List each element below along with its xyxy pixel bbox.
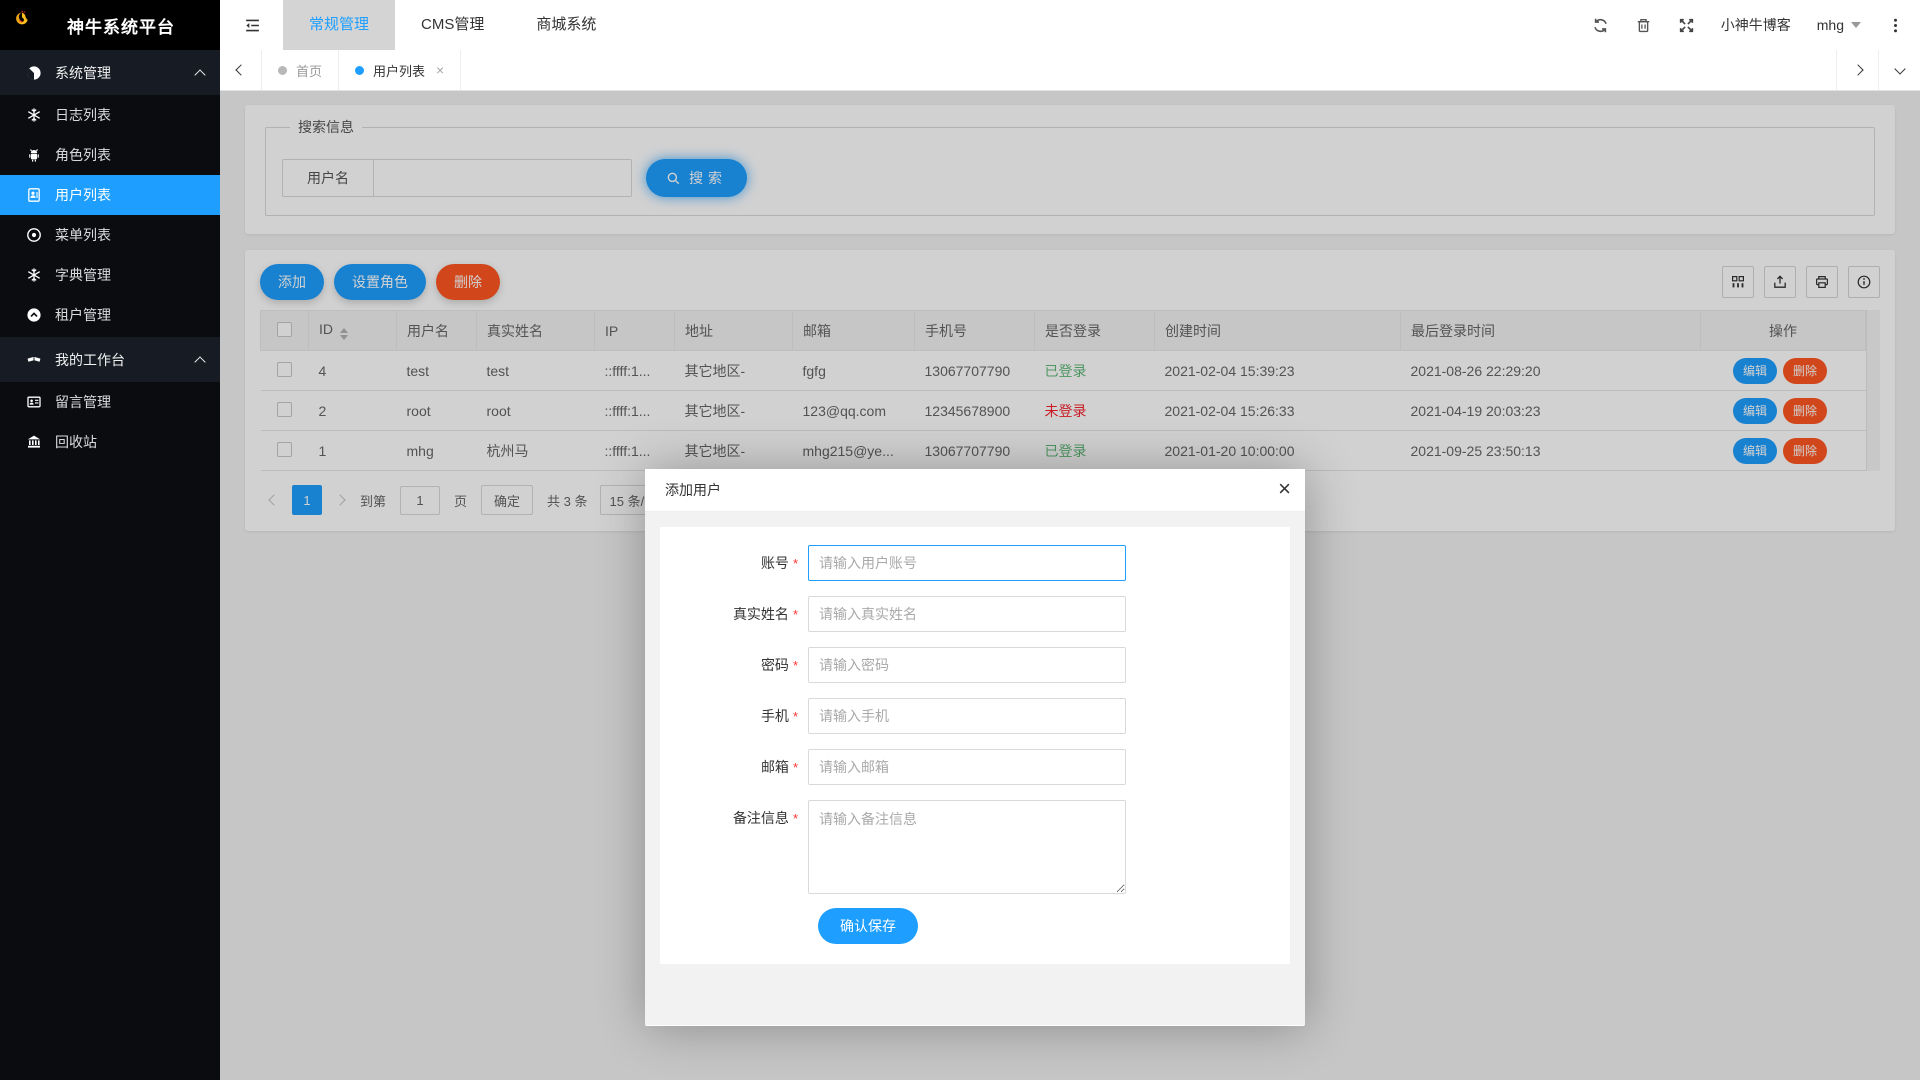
glasses-icon (26, 352, 42, 368)
page-tab-home[interactable]: 首页 (262, 50, 339, 90)
modal-header: 添加用户 × (645, 469, 1305, 512)
more-vertical-icon[interactable] (1887, 17, 1904, 34)
sidebar-item-label: 角色列表 (55, 145, 111, 165)
snowflake-icon (26, 107, 42, 123)
sidebar-section-label: 系统管理 (55, 63, 111, 83)
sidebar-item-roles[interactable]: 角色列表 (0, 135, 220, 175)
add-user-modal: 添加用户 × 账号* 真实姓名* 密码* 手机* 邮箱* (645, 469, 1305, 1026)
form-row-account: 账号* (660, 545, 1290, 582)
chevron-left-icon (235, 64, 246, 75)
form-row-password: 密码* (660, 647, 1290, 684)
phone-label: 手机* (660, 698, 808, 735)
sidebar: 神牛系统平台 系统管理 日志列表 角色列表 用户列表 菜单列表 (0, 0, 220, 1080)
close-icon[interactable]: × (1278, 469, 1291, 509)
remark-label: 备注信息* (660, 800, 808, 837)
sidebar-item-label: 回收站 (55, 432, 97, 452)
nav-tab-cms[interactable]: CMS管理 (395, 0, 510, 50)
nav-tab-mall[interactable]: 商城系统 (510, 0, 622, 50)
sidebar-section-workbench[interactable]: 我的工作台 (0, 337, 220, 382)
refresh-icon[interactable] (1592, 17, 1609, 34)
sidebar-item-logs[interactable]: 日志列表 (0, 95, 220, 135)
top-bar: 常规管理 CMS管理 商城系统 小神牛博客 mhg (220, 0, 1920, 50)
brand-bird-icon (14, 10, 44, 40)
fullscreen-icon[interactable] (1678, 17, 1695, 34)
modal-title: 添加用户 (665, 482, 721, 498)
password-label: 密码* (660, 647, 808, 684)
required-asterisk: * (789, 658, 798, 673)
close-icon[interactable]: × (436, 62, 444, 78)
add-user-form: 账号* 真实姓名* 密码* 手机* 邮箱* 备注信息* (660, 527, 1290, 964)
top-right-tools: 小神牛博客 mhg (1592, 15, 1920, 35)
required-asterisk: * (789, 811, 798, 826)
email-label: 邮箱* (660, 749, 808, 786)
collapse-menu-icon[interactable] (244, 17, 261, 34)
snowflake-icon (26, 267, 42, 283)
form-row-realname: 真实姓名* (660, 596, 1290, 633)
sidebar-item-label: 菜单列表 (55, 225, 111, 245)
confirm-save-button[interactable]: 确认保存 (818, 908, 918, 944)
sidebar-item-dictionary[interactable]: 字典管理 (0, 255, 220, 295)
page-tab-user-list[interactable]: 用户列表 × (339, 50, 461, 90)
sidebar-section-label: 我的工作台 (55, 350, 125, 370)
required-asterisk: * (789, 556, 798, 571)
id-card-icon (26, 394, 42, 410)
required-asterisk: * (789, 709, 798, 724)
sidebar-item-tenants[interactable]: 租户管理 (0, 295, 220, 335)
sidebar-item-label: 租户管理 (55, 305, 111, 325)
tabs-scroll-left-button[interactable] (220, 50, 262, 90)
required-asterisk: * (789, 607, 798, 622)
password-field[interactable] (808, 647, 1126, 683)
sidebar-item-label: 留言管理 (55, 392, 111, 412)
app-logo[interactable]: 神牛系统平台 (0, 0, 220, 50)
target-icon (26, 227, 42, 243)
form-row-submit: 确认保存 (660, 908, 1290, 944)
username: mhg (1817, 17, 1844, 33)
sidebar-item-users[interactable]: 用户列表 (0, 175, 220, 215)
page-tab-label: 首页 (296, 61, 322, 80)
modal-body: 账号* 真实姓名* 密码* 手机* 邮箱* 备注信息* (645, 512, 1305, 1025)
bank-icon (26, 434, 42, 450)
chevron-down-icon (1894, 63, 1905, 74)
page-tab-bar: 首页 用户列表 × (220, 50, 1920, 91)
sidebar-section-system[interactable]: 系统管理 (0, 50, 220, 95)
form-row-phone: 手机* (660, 698, 1290, 735)
realname-field[interactable] (808, 596, 1126, 632)
sidebar-item-label: 字典管理 (55, 265, 111, 285)
email-field[interactable] (808, 749, 1126, 785)
tab-dot (355, 66, 364, 75)
account-label: 账号* (660, 545, 808, 582)
form-row-remark: 备注信息* (660, 800, 1290, 894)
account-field[interactable] (808, 545, 1126, 581)
sidebar-item-menus[interactable]: 菜单列表 (0, 215, 220, 255)
tabs-scroll-right-button[interactable] (1836, 50, 1878, 90)
address-book-icon (26, 187, 42, 203)
page-tab-label: 用户列表 (373, 61, 425, 80)
sidebar-item-label: 日志列表 (55, 105, 111, 125)
app-title: 神牛系统平台 (67, 13, 175, 38)
chevron-up-icon (194, 356, 205, 367)
tabs-menu-button[interactable] (1878, 50, 1920, 90)
sidebar-item-recycle-bin[interactable]: 回收站 (0, 422, 220, 462)
form-row-email: 邮箱* (660, 749, 1290, 786)
tab-dot (278, 66, 287, 75)
chevron-up-icon (194, 69, 205, 80)
chevron-down-icon (1851, 22, 1861, 28)
pie-circle-icon (26, 65, 42, 81)
chevron-right-icon (1852, 64, 1863, 75)
blog-link[interactable]: 小神牛博客 (1721, 15, 1791, 35)
remark-field[interactable] (808, 800, 1126, 894)
sidebar-item-label: 用户列表 (55, 185, 111, 205)
phone-field[interactable] (808, 698, 1126, 734)
sidebar-item-messages[interactable]: 留言管理 (0, 382, 220, 422)
user-menu[interactable]: mhg (1817, 17, 1861, 33)
required-asterisk: * (789, 760, 798, 775)
tab-bar-spacer (461, 50, 1836, 90)
robot-icon (26, 147, 42, 163)
realname-label: 真实姓名* (660, 596, 808, 633)
trash-icon[interactable] (1635, 17, 1652, 34)
main-nav: 常规管理 CMS管理 商城系统 (283, 0, 622, 50)
nav-tab-general[interactable]: 常规管理 (283, 0, 395, 50)
circle-up-icon (26, 307, 42, 323)
